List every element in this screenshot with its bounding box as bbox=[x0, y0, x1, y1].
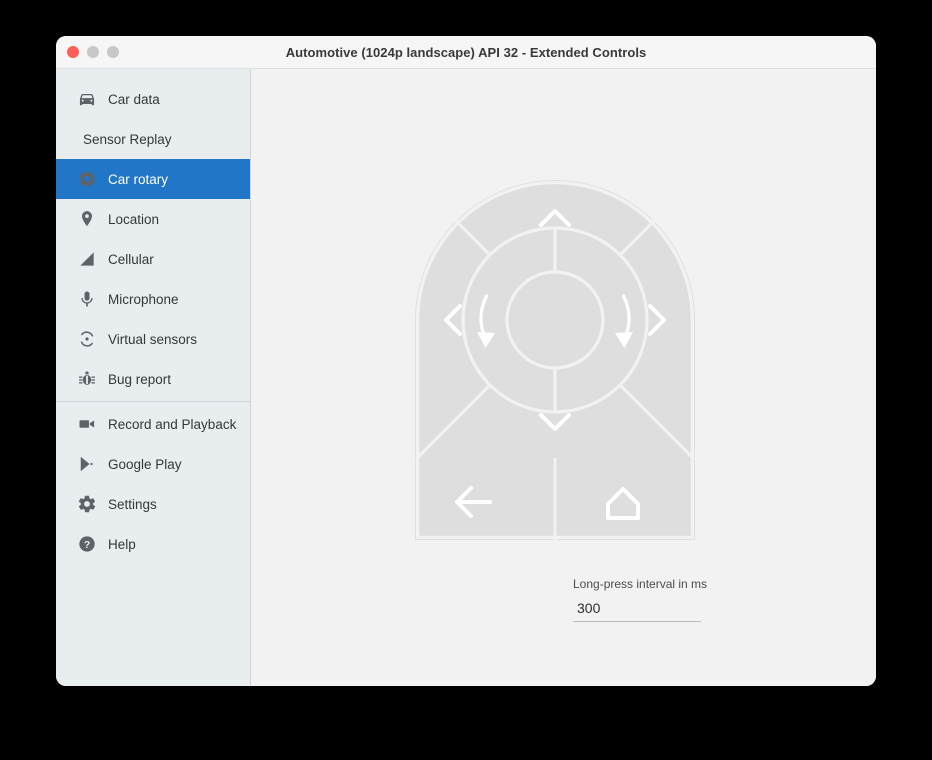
sidebar-item-record-and-playback[interactable]: Record and Playback bbox=[56, 404, 250, 444]
sidebar-item-virtual-sensors[interactable]: Virtual sensors bbox=[56, 319, 250, 359]
close-window-button[interactable] bbox=[67, 46, 79, 58]
sidebar-item-settings[interactable]: Settings bbox=[56, 484, 250, 524]
sidebar-nav: Car data Sensor Replay bbox=[56, 69, 251, 686]
main-content: Long-press interval in ms bbox=[251, 69, 876, 686]
window-title: Automotive (1024p landscape) API 32 - Ex… bbox=[56, 45, 876, 60]
sidebar-item-help[interactable]: ? Help bbox=[56, 524, 250, 564]
sidebar-item-car-rotary[interactable]: Car rotary bbox=[56, 159, 250, 199]
extended-controls-window: Automotive (1024p landscape) API 32 - Ex… bbox=[56, 36, 876, 686]
car-icon bbox=[76, 88, 98, 110]
sidebar-item-label: Car data bbox=[108, 92, 160, 107]
sidebar-item-label: Location bbox=[108, 212, 159, 227]
sidebar-divider bbox=[56, 401, 250, 402]
sidebar-item-label: Virtual sensors bbox=[108, 332, 197, 347]
window-titlebar[interactable]: Automotive (1024p landscape) API 32 - Ex… bbox=[56, 36, 876, 69]
window-body: Car data Sensor Replay bbox=[56, 69, 876, 686]
sidebar-item-label: Help bbox=[108, 537, 136, 552]
maximize-window-button[interactable] bbox=[107, 46, 119, 58]
location-pin-icon bbox=[76, 208, 98, 230]
sidebar-item-label: Google Play bbox=[108, 457, 182, 472]
help-circle-icon: ? bbox=[76, 533, 98, 555]
sidebar-item-microphone[interactable]: Microphone bbox=[56, 279, 250, 319]
car-rotary-control[interactable] bbox=[415, 180, 695, 540]
sidebar-item-label: Sensor Replay bbox=[83, 132, 172, 147]
sidebar-item-label: Record and Playback bbox=[108, 417, 236, 432]
minimize-window-button[interactable] bbox=[87, 46, 99, 58]
google-play-icon bbox=[76, 453, 98, 475]
sidebar-item-car-data[interactable]: Car data bbox=[56, 79, 250, 119]
video-camera-icon bbox=[76, 413, 98, 435]
bug-icon bbox=[76, 368, 98, 390]
sidebar-item-bug-report[interactable]: Bug report bbox=[56, 359, 250, 399]
sidebar-item-cellular[interactable]: Cellular bbox=[56, 239, 250, 279]
rotary-icon bbox=[76, 168, 98, 190]
screen-root: Automotive (1024p landscape) API 32 - Ex… bbox=[0, 0, 932, 760]
sidebar-item-location[interactable]: Location bbox=[56, 199, 250, 239]
sidebar-item-label: Cellular bbox=[108, 252, 154, 267]
virtual-sensor-icon bbox=[76, 328, 98, 350]
sidebar-item-sensor-replay[interactable]: Sensor Replay bbox=[56, 119, 250, 159]
long-press-interval-input[interactable] bbox=[573, 596, 701, 622]
gear-icon bbox=[76, 493, 98, 515]
sidebar-item-label: Bug report bbox=[108, 372, 171, 387]
svg-text:?: ? bbox=[84, 540, 90, 551]
window-controls bbox=[67, 46, 119, 58]
sidebar-item-label: Settings bbox=[108, 497, 157, 512]
sidebar-item-label: Car rotary bbox=[108, 172, 168, 187]
signal-bars-icon bbox=[76, 248, 98, 270]
long-press-interval-label: Long-press interval in ms bbox=[573, 577, 707, 591]
sidebar-item-google-play[interactable]: Google Play bbox=[56, 444, 250, 484]
microphone-icon bbox=[76, 288, 98, 310]
sidebar-item-label: Microphone bbox=[108, 292, 179, 307]
